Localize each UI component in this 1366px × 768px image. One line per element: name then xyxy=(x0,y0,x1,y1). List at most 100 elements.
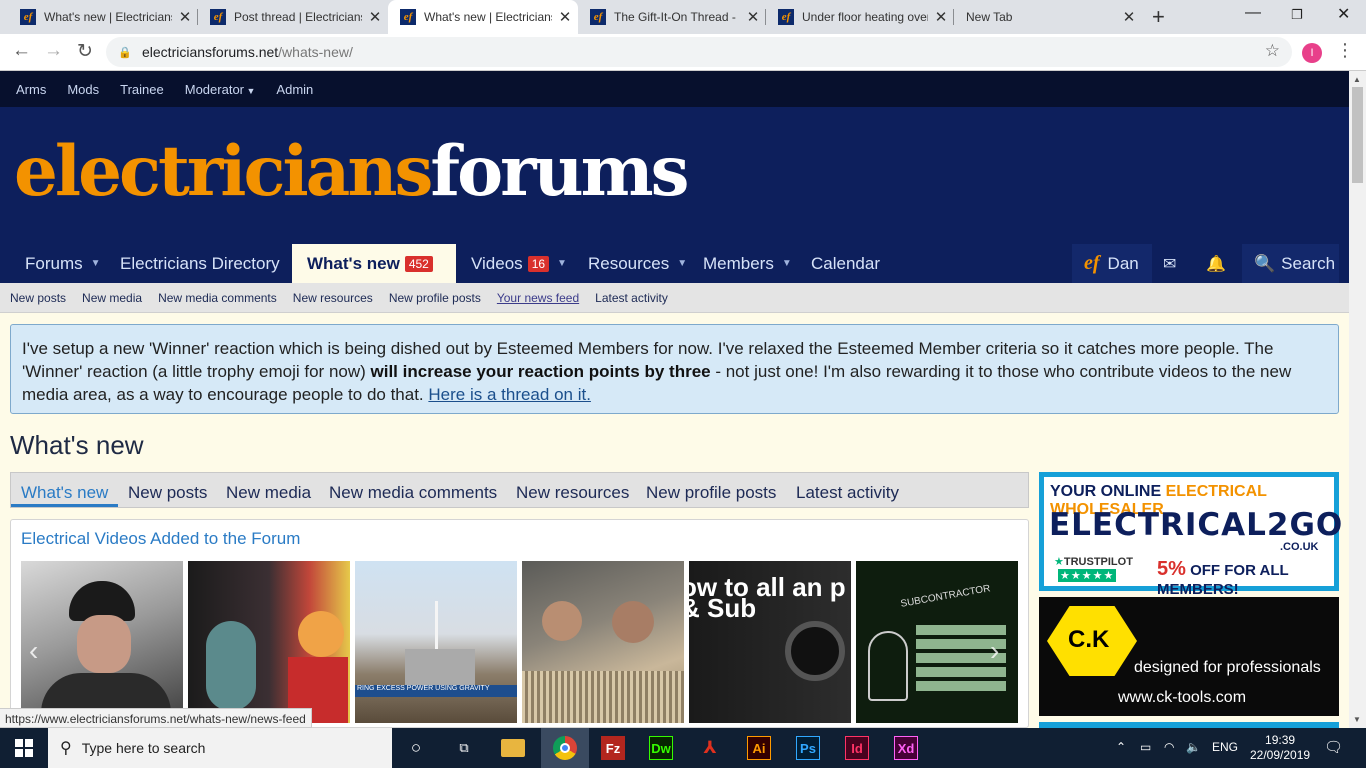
site-logo[interactable]: electriciansforums xyxy=(14,131,690,212)
restore-window-icon[interactable]: ❐ xyxy=(1291,7,1303,23)
indesign-icon[interactable]: Id xyxy=(845,736,869,760)
windows-start-icon[interactable] xyxy=(15,739,33,757)
illustrator-icon[interactable]: Ai xyxy=(747,736,771,760)
taskbar-clock[interactable]: 19:39 22/09/2019 xyxy=(1250,733,1310,763)
scroll-down-icon[interactable]: ▼ xyxy=(1353,715,1361,724)
tray-chevron-up-icon[interactable]: ⌃ xyxy=(1116,740,1126,754)
close-tab-icon[interactable]: ✕ xyxy=(362,8,388,26)
browser-tab-title: Post thread | Electricians Forums xyxy=(234,10,362,24)
subnav-news-feed[interactable]: Your news feed xyxy=(497,291,579,305)
close-tab-icon[interactable]: ✕ xyxy=(928,8,954,26)
carousel-prev-icon[interactable]: ‹ xyxy=(29,635,38,667)
close-tab-icon[interactable]: ✕ xyxy=(172,8,198,26)
scroll-up-icon[interactable]: ▲ xyxy=(1353,75,1361,84)
caret-down-icon[interactable]: ▼ xyxy=(677,258,687,269)
nav-directory[interactable]: Electricians Directory xyxy=(120,244,280,283)
tab-latest-activity[interactable]: Latest activity xyxy=(796,483,899,503)
url-input[interactable]: 🔒 electriciansforums.net /whats-new/ ☆ xyxy=(106,37,1292,67)
tab-new-posts[interactable]: New posts xyxy=(128,483,207,503)
nav-forums[interactable]: Forums ▼ xyxy=(25,244,101,283)
subnav-new-resources[interactable]: New resources xyxy=(293,291,373,305)
staff-link-moderator[interactable]: Moderator ▼ xyxy=(185,82,256,97)
battery-icon[interactable]: ▭ xyxy=(1140,740,1151,754)
minimize-window-icon[interactable]: — xyxy=(1245,4,1261,22)
close-tab-icon[interactable]: ✕ xyxy=(740,8,766,26)
file-explorer-icon[interactable] xyxy=(501,739,525,757)
sub-nav: New posts New media New media comments N… xyxy=(0,283,1349,313)
scrollbar-thumb[interactable] xyxy=(1352,87,1363,183)
bookmark-star-icon[interactable]: ☆ xyxy=(1265,41,1280,61)
forward-arrow-icon[interactable]: → xyxy=(44,40,63,62)
browser-tab[interactable]: ef The Gift-It-On Thread - Electricians … xyxy=(578,0,766,34)
nav-members[interactable]: Members ▼ xyxy=(703,244,792,283)
nav-calendar[interactable]: Calendar xyxy=(811,244,880,283)
caret-down-icon[interactable]: ▼ xyxy=(91,258,101,269)
subnav-new-media-comments[interactable]: New media comments xyxy=(158,291,277,305)
subnav-new-profile-posts[interactable]: New profile posts xyxy=(389,291,481,305)
taskbar-search-input[interactable]: ⚲ Type here to search xyxy=(48,728,392,768)
staff-link-arms[interactable]: Arms xyxy=(16,82,46,97)
notice-thread-link[interactable]: Here is a thread on it. xyxy=(428,385,591,404)
ck-tools-ad[interactable]: C.K designed for professionals www.ck-to… xyxy=(1039,597,1339,716)
bell-icon[interactable]: 🔔 xyxy=(1206,244,1226,283)
coil-shape xyxy=(522,671,684,723)
browser-tab-active[interactable]: ef What's new | Electricians Forums ✕ xyxy=(388,0,578,34)
video-thumbnail[interactable] xyxy=(188,561,350,723)
language-indicator[interactable]: ENG xyxy=(1212,740,1238,754)
reload-icon[interactable]: ↻ xyxy=(77,40,93,63)
videos-block-title[interactable]: Electrical Videos Added to the Forum xyxy=(21,529,300,549)
xd-icon[interactable]: Xd xyxy=(894,736,918,760)
browser-tab[interactable]: ef Post thread | Electricians Forums ✕ xyxy=(198,0,388,34)
nav-resources[interactable]: Resources ▼ xyxy=(588,244,687,283)
caret-down-icon[interactable]: ▼ xyxy=(557,258,567,269)
caret-down-icon[interactable]: ▼ xyxy=(782,258,792,269)
photoshop-icon[interactable]: Ps xyxy=(796,736,820,760)
browser-tab[interactable]: ef Under floor heating over electrical ✕ xyxy=(766,0,954,34)
tab-new-media-comments[interactable]: New media comments xyxy=(329,483,497,503)
subnav-new-posts[interactable]: New posts xyxy=(10,291,66,305)
staff-link-admin[interactable]: Admin xyxy=(276,82,313,97)
subnav-new-media[interactable]: New media xyxy=(82,291,142,305)
profile-avatar[interactable]: I xyxy=(1302,43,1322,63)
close-window-icon[interactable]: ✕ xyxy=(1337,4,1350,24)
browser-tab[interactable]: ef What's new | Electricians Forums ✕ xyxy=(8,0,198,34)
figure-shape xyxy=(868,631,908,701)
dreamweaver-icon[interactable]: Dw xyxy=(649,736,673,760)
search-button[interactable]: 🔍 Search xyxy=(1242,244,1339,283)
page-scrollbar[interactable]: ▲ ▼ xyxy=(1349,71,1366,728)
video-thumbnail[interactable]: ow to all an p & Sub xyxy=(689,561,851,723)
tab-new-profile-posts[interactable]: New profile posts xyxy=(646,483,776,503)
cortana-icon[interactable]: ○ xyxy=(404,736,428,760)
video-thumbnail[interactable]: RING EXCESS POWER USING GRAVITY xyxy=(355,561,517,723)
browser-tab[interactable]: New Tab ✕ xyxy=(954,0,1142,34)
page-title: What's new xyxy=(10,430,144,460)
nav-whats-new[interactable]: What's new 452 xyxy=(292,244,456,283)
tab-whats-new[interactable]: What's new xyxy=(21,483,108,503)
video-thumbnail[interactable]: SUBCONTRACTOR › xyxy=(856,561,1018,723)
carousel-next-icon[interactable]: › xyxy=(990,635,999,667)
chrome-icon[interactable] xyxy=(553,736,577,760)
close-tab-icon[interactable]: ✕ xyxy=(1116,8,1142,26)
tab-new-media[interactable]: New media xyxy=(226,483,311,503)
video-thumbnail[interactable]: ‹ xyxy=(21,561,183,723)
new-tab-icon[interactable]: + xyxy=(1152,4,1165,30)
envelope-icon[interactable]: ✉ xyxy=(1163,244,1176,283)
nav-videos[interactable]: Videos 16 ▼ xyxy=(471,244,567,283)
notifications-icon[interactable]: 🗨 xyxy=(1324,738,1343,756)
filezilla-icon[interactable]: Fz xyxy=(601,736,625,760)
close-tab-icon[interactable]: ✕ xyxy=(552,8,578,26)
ad-headline-a: YOUR ONLINE xyxy=(1050,483,1162,500)
volume-icon[interactable]: 🔈 xyxy=(1186,740,1201,754)
account-menu[interactable]: ef Dan xyxy=(1072,244,1152,283)
staff-link-trainee[interactable]: Trainee xyxy=(120,82,164,97)
subnav-latest-activity[interactable]: Latest activity xyxy=(595,291,668,305)
tab-new-resources[interactable]: New resources xyxy=(516,483,629,503)
task-view-icon[interactable]: ⧉ xyxy=(452,736,476,760)
electrical2go-ad[interactable]: YOUR ONLINE ELECTRICAL WHOLESALER ELECTR… xyxy=(1039,472,1342,598)
staff-link-mods[interactable]: Mods xyxy=(67,82,99,97)
back-arrow-icon[interactable]: ← xyxy=(12,40,31,62)
wifi-icon[interactable]: ◠ xyxy=(1164,740,1174,754)
acrobat-icon[interactable]: ⅄ xyxy=(698,736,722,760)
browser-menu-icon[interactable]: ⋮ xyxy=(1336,40,1354,61)
video-thumbnail[interactable] xyxy=(522,561,684,723)
